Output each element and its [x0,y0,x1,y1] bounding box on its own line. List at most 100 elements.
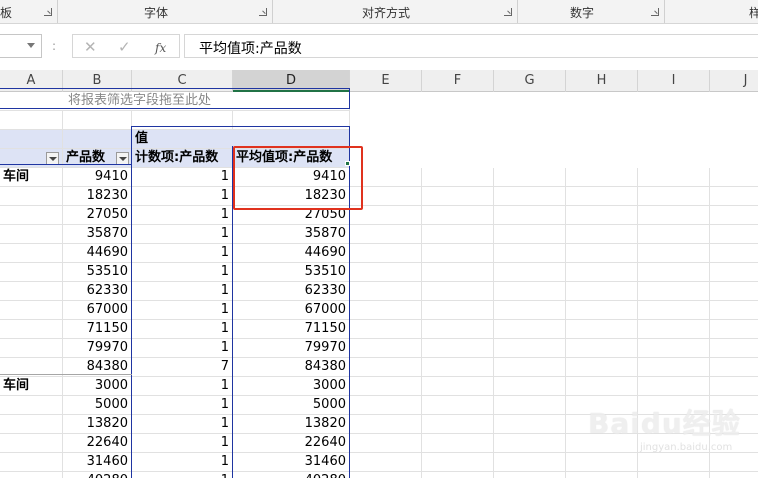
cell[interactable] [350,244,422,263]
cell[interactable] [710,168,758,187]
count-value-cell[interactable]: 1 [132,339,233,358]
cell[interactable] [638,282,710,301]
cancel-icon[interactable]: ✕ [84,38,97,56]
cell[interactable] [350,168,422,187]
pivot-values-label[interactable]: 值 [132,130,350,149]
count-value-cell[interactable]: 1 [132,206,233,225]
cell[interactable] [494,206,566,225]
cell[interactable] [566,206,638,225]
cell[interactable] [638,472,710,478]
avg-value-cell[interactable]: 44690 [233,244,350,263]
cell[interactable] [422,339,494,358]
cell[interactable] [638,301,710,320]
cell[interactable] [566,282,638,301]
product-count-cell[interactable]: 9410 [63,168,132,187]
cell[interactable] [710,358,758,377]
filter-dropdown-icon[interactable] [116,152,129,165]
cell[interactable] [422,415,494,434]
cell[interactable] [710,377,758,396]
cell[interactable] [494,225,566,244]
cell[interactable] [566,472,638,478]
avg-value-cell[interactable]: 18230 [233,187,350,206]
enter-icon[interactable]: ✓ [118,38,131,56]
cell[interactable] [0,301,63,320]
cell[interactable] [0,263,63,282]
name-box[interactable] [0,34,42,58]
cell[interactable] [638,263,710,282]
avg-value-cell[interactable]: 3000 [233,377,350,396]
product-count-cell[interactable]: 5000 [63,396,132,415]
count-value-cell[interactable]: 1 [132,168,233,187]
cell[interactable] [0,282,63,301]
cell[interactable] [494,263,566,282]
cell[interactable] [494,168,566,187]
cell[interactable] [566,339,638,358]
chevron-down-icon[interactable] [27,43,35,48]
avg-value-cell[interactable]: 67000 [233,301,350,320]
cell[interactable] [710,282,758,301]
avg-value-cell[interactable]: 5000 [233,396,350,415]
cell[interactable] [710,187,758,206]
count-value-cell[interactable]: 1 [132,187,233,206]
cell[interactable] [422,187,494,206]
dialog-launcher-icon[interactable] [651,8,659,16]
cell[interactable] [0,434,63,453]
fill-handle[interactable] [345,161,350,166]
column-header-d[interactable]: D [233,70,350,92]
count-value-cell[interactable]: 1 [132,415,233,434]
cell[interactable] [566,244,638,263]
column-header-b[interactable]: B [63,70,132,92]
cell[interactable] [422,301,494,320]
avg-value-cell[interactable]: 31460 [233,453,350,472]
count-value-cell[interactable]: 1 [132,282,233,301]
avg-value-cell[interactable]: 35870 [233,225,350,244]
avg-value-cell[interactable]: 79970 [233,339,350,358]
cell[interactable] [0,453,63,472]
cell[interactable] [422,377,494,396]
cell[interactable] [494,434,566,453]
insert-function-icon[interactable]: fx [155,39,166,57]
filter-drop-zone[interactable]: 将报表筛选字段拖至此处 [0,92,350,111]
column-header-f[interactable]: F [422,70,494,92]
cell[interactable] [566,358,638,377]
product-count-cell[interactable]: 31460 [63,453,132,472]
product-count-cell[interactable]: 67000 [63,301,132,320]
cell[interactable] [350,396,422,415]
column-header-c[interactable]: C [132,70,233,92]
cell[interactable] [0,472,63,478]
count-value-cell[interactable]: 1 [132,320,233,339]
cell[interactable] [0,339,63,358]
avg-value-cell[interactable]: 84380 [233,358,350,377]
cell[interactable] [566,301,638,320]
cell[interactable] [566,225,638,244]
product-count-cell[interactable]: 13820 [63,415,132,434]
cell[interactable] [710,244,758,263]
avg-value-cell[interactable]: 62330 [233,282,350,301]
cell[interactable] [710,301,758,320]
cell[interactable] [494,396,566,415]
column-header-h[interactable]: H [566,70,638,92]
product-count-cell[interactable]: 27050 [63,206,132,225]
cell[interactable] [0,111,63,130]
cell[interactable] [350,415,422,434]
cell[interactable] [350,453,422,472]
cell[interactable] [494,472,566,478]
column-header-g[interactable]: G [494,70,566,92]
cell[interactable] [422,320,494,339]
cell[interactable] [132,111,233,130]
count-header[interactable]: 计数项:产品数 [132,149,233,168]
cell[interactable] [638,187,710,206]
avg-value-cell[interactable]: 71150 [233,320,350,339]
avg-value-cell[interactable]: 27050 [233,206,350,225]
count-value-cell[interactable]: 1 [132,377,233,396]
cell[interactable] [0,206,63,225]
product-count-cell[interactable]: 71150 [63,320,132,339]
cell[interactable] [422,396,494,415]
product-count-cell[interactable]: 79970 [63,339,132,358]
cell[interactable] [638,339,710,358]
cell[interactable] [638,358,710,377]
cell[interactable] [0,415,63,434]
product-count-cell[interactable]: 53510 [63,263,132,282]
product-count-cell[interactable]: 40280 [63,472,132,478]
count-value-cell[interactable]: 1 [132,225,233,244]
